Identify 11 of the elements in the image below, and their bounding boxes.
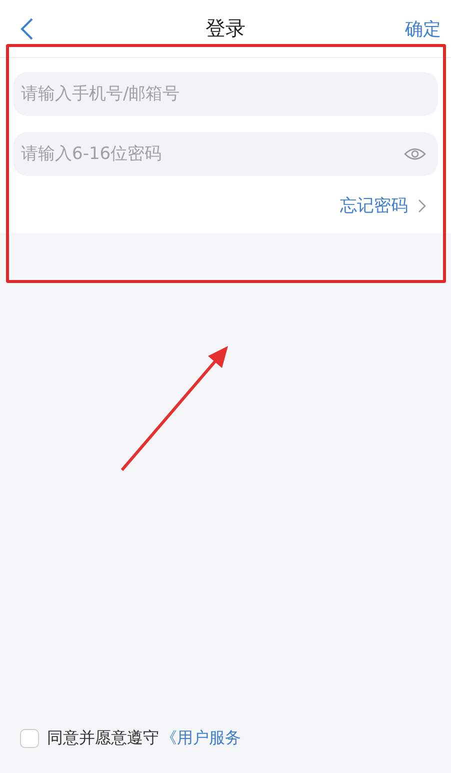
user-agreement-link[interactable]: 《用户服务	[161, 728, 241, 748]
confirm-button[interactable]: 确定	[405, 16, 441, 40]
page-title: 登录	[204, 15, 246, 42]
back-icon[interactable]	[20, 16, 34, 40]
chevron-icon	[418, 198, 426, 212]
agreement-text: 同意并愿意遵守	[47, 728, 159, 748]
eye-icon[interactable]	[404, 147, 426, 161]
input-field[interactable]: 请输入手机号/邮箱号	[13, 72, 438, 116]
agreement-checkbox[interactable]	[20, 728, 39, 748]
forgot-password-link[interactable]: 忘记密码	[340, 194, 408, 217]
input-field[interactable]: 请输入6-16位密码	[13, 132, 438, 176]
